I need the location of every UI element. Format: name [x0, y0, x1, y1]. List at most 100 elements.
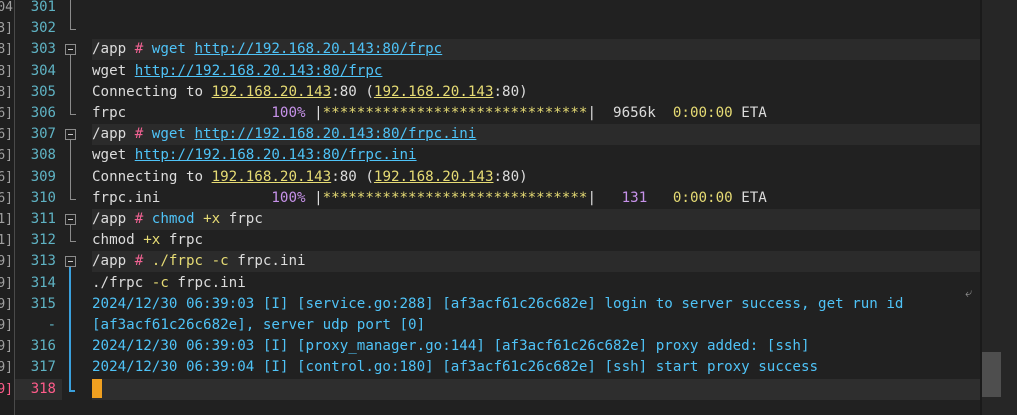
text-segment: #	[134, 253, 144, 270]
line-number: 301	[30, 0, 56, 15]
text-segment: frpc.ini	[228, 253, 306, 270]
link-text[interactable]: 192.168.20.143	[374, 169, 494, 185]
timestamp-prefix: 09]	[0, 296, 13, 312]
timestamp-prefix: 8]	[0, 42, 13, 58]
timestamp-prefix: 09]	[0, 339, 13, 355]
fold-guide	[70, 225, 71, 242]
fold-toggle-icon[interactable]	[65, 44, 76, 56]
text-segment: 2024/12/30 06:39:03 [I] [service.go:288]…	[92, 295, 912, 312]
text-segment: +x	[203, 211, 221, 227]
link-text[interactable]: http://192.168.20.143:80/frpc.ini	[135, 147, 417, 163]
text-segment: ETA	[732, 189, 767, 206]
line-number: 303	[30, 41, 56, 58]
link-text[interactable]: 192.168.20.143	[374, 84, 494, 100]
link-text[interactable]: 192.168.20.143	[212, 169, 332, 185]
fold-guide	[70, 55, 71, 114]
line-number: 311	[30, 211, 56, 227]
fold-end	[70, 241, 76, 243]
text-segment: wget	[143, 41, 195, 58]
text-segment: :80)	[493, 83, 528, 100]
text-segment: frpc.ini	[92, 189, 272, 206]
text-segment: 2024/12/30 06:39:04 [I] [control.go:180]…	[92, 359, 819, 376]
text-segment: |	[305, 105, 323, 121]
terminal-line: ./frpc -c frpc.ini	[92, 273, 980, 294]
text-segment: -c	[211, 253, 229, 270]
fold-end	[70, 29, 76, 31]
text-segment: frpc	[160, 232, 204, 249]
terminal-line: 2024/12/30 06:39:03 [I] [service.go:288]…	[92, 294, 980, 315]
fold-toggle-icon[interactable]	[65, 214, 76, 225]
timestamp-prefix: 3]	[0, 21, 13, 37]
timestamp-prefix: 01]	[0, 233, 13, 249]
text-segment: -c	[151, 274, 169, 291]
line-number-gutter: 301 302 303 304 305 306 307 308 309 310 311 312 313 3…	[15, 0, 62, 415]
text-cursor	[92, 379, 102, 399]
link-text[interactable]: 192.168.20.143	[212, 84, 332, 100]
timestamp-prefix: 09]	[0, 381, 13, 397]
text-segment: |	[587, 189, 622, 206]
timestamp-prefix: 6]	[0, 190, 13, 206]
text-segment: :80)	[493, 168, 528, 185]
terminal-line: frpc 100% |*****************************…	[92, 103, 980, 124]
text-segment: *******************************	[322, 105, 588, 121]
terminal-line: /app # ./frpc -c frpc.ini	[92, 251, 980, 273]
terminal-line: 2024/12/30 06:39:03 [I] [proxy_manager.g…	[92, 336, 980, 357]
timestamp-prefix: 6]	[0, 148, 13, 164]
terminal-line: /app # chmod +x frpc	[92, 209, 980, 230]
text-segment: :80 (	[331, 168, 374, 185]
text-segment: | 9656k	[587, 105, 673, 121]
fold-toggle-icon[interactable]	[65, 256, 76, 268]
text-segment: frpc	[220, 211, 263, 227]
line-number: 312	[30, 232, 56, 249]
text-segment: wget	[143, 126, 195, 143]
text-segment: 0:00:00	[672, 189, 733, 206]
timestamp-column: 04 3] 8] 8] 8] 6] 6] 6] 6] 6] 01] 01] 09] 09] 09] 09] 09…	[0, 0, 14, 415]
link-text[interactable]: http://192.168.20.143:80/frpc.ini	[195, 126, 477, 142]
fold-guide	[70, 0, 71, 30]
terminal-line: Connecting to 192.168.20.143:80 (192.168…	[92, 82, 980, 103]
link-text[interactable]: http://192.168.20.143:80/frpc	[195, 41, 443, 57]
terminal-window[interactable]: 04 3] 8] 8] 8] 6] 6] 6] 6] 6] 01] 01] 09] 09] 09] 09] 09…	[0, 0, 1017, 415]
fold-end	[70, 198, 76, 200]
timestamp-prefix: 6]	[0, 106, 13, 121]
text-segment: ./frpc	[143, 253, 212, 270]
fold-guide	[69, 267, 71, 390]
line-number: 313	[30, 253, 56, 270]
terminal-line	[92, 378, 980, 400]
text-segment: Connecting to	[92, 83, 212, 100]
text-segment: frpc	[92, 105, 272, 121]
timestamp-prefix: 09]	[0, 318, 13, 333]
line-number: 314	[30, 274, 56, 291]
line-number: 304	[30, 62, 56, 79]
line-number: 316	[30, 338, 56, 355]
terminal-line: frpc.ini 100% |*************************…	[92, 188, 980, 209]
timestamp-prefix: 8]	[0, 63, 13, 79]
text-segment: chmod	[143, 211, 204, 227]
line-number: 318	[30, 380, 56, 397]
text-segment: 100%	[271, 189, 306, 206]
text-segment: :80 (	[331, 83, 374, 100]
timestamp-prefix: 6]	[0, 169, 13, 185]
text-segment: /app	[92, 211, 135, 227]
link-text[interactable]: http://192.168.20.143:80/frpc	[135, 63, 383, 79]
terminal-line: Connecting to 192.168.20.143:80 (192.168…	[92, 167, 980, 188]
scrollbar-thumb[interactable]	[982, 352, 1001, 397]
text-segment: 0:00:00	[672, 105, 733, 121]
terminal-output[interactable]: /app # wget http://192.168.20.143:80/frp…	[92, 0, 980, 415]
line-number: 307	[30, 126, 56, 143]
timestamp-prefix: 04	[0, 0, 13, 15]
wrap-indicator-icon: ⤶	[965, 286, 973, 301]
text-segment: +x	[143, 232, 161, 249]
text-segment: chmod	[92, 232, 144, 249]
timestamp-prefix: 09]	[0, 275, 13, 291]
text-segment: ./frpc	[92, 274, 152, 291]
text-segment: *******************************	[322, 189, 588, 206]
timestamp-prefix: 8]	[0, 84, 13, 100]
text-segment: /app	[92, 41, 135, 58]
text-segment: [af3acf61c26c682e], server udp port [0]	[92, 317, 426, 333]
fold-toggle-icon[interactable]	[65, 129, 76, 141]
text-segment	[647, 190, 673, 206]
text-segment: frpc.ini	[168, 274, 246, 291]
